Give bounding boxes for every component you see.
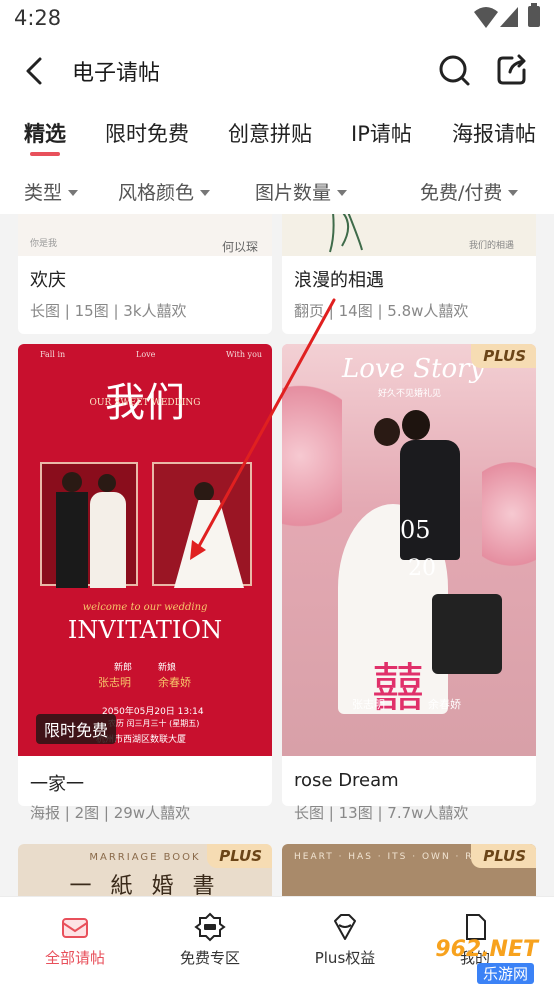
- tab-label: 海报请帖: [452, 122, 536, 146]
- card-meta: 长图 | 15图 | 3k人囍欢: [30, 302, 187, 320]
- card-meta: 翻页 | 14图 | 5.8w人囍欢: [294, 302, 469, 320]
- filter-image-count[interactable]: 图片数量: [255, 178, 348, 205]
- filter-label: 免费/付费: [420, 182, 503, 204]
- groom-name: 张志明: [352, 698, 385, 711]
- share-icon[interactable]: [494, 52, 530, 88]
- wifi-icon: [474, 7, 498, 28]
- plus-badge: PLUS: [471, 344, 536, 368]
- poster-day: 20: [408, 556, 436, 581]
- card-meta: 海报 | 2图 | 29w人囍欢: [30, 804, 191, 822]
- template-thumbnail: HEART · HAS · ITS · OWN · REASON PLUS: [282, 844, 536, 896]
- category-tabs: 精选 限时免费 创意拼贴 IP请帖 海报请帖: [0, 104, 554, 164]
- battery-icon: [528, 3, 540, 27]
- status-bar: 4:28: [0, 0, 554, 38]
- bottom-navigation: 全部请帖 免费专区 Plus权益 我的 962.NET 乐游网: [0, 896, 554, 984]
- template-card[interactable]: 你是我 何以琛 欢庆 长图 | 15图 | 3k人囍欢: [18, 214, 272, 334]
- watermark-logo-text: 962.NET: [435, 937, 538, 962]
- template-thumbnail: 你是我 何以琛: [18, 214, 272, 256]
- groom-label: 新郎: [114, 663, 133, 673]
- card-title: 欢庆: [30, 270, 66, 291]
- bride-name: 余春娇: [428, 698, 461, 711]
- filter-free-paid[interactable]: 免费/付费: [420, 178, 519, 205]
- template-card[interactable]: MARRIAGE BOOK 一 紙 婚 書 PLUS: [18, 844, 272, 896]
- poster-month: 05: [400, 516, 431, 544]
- filter-label: 风格颜色: [118, 182, 195, 204]
- plus-badge: PLUS: [207, 844, 272, 868]
- envelope-icon: [62, 918, 88, 938]
- poster-subtitle: OUR SWEET WEDDING: [89, 398, 201, 408]
- status-time: 4:28: [14, 6, 62, 30]
- card-title: 一家一: [30, 774, 84, 795]
- filter-type[interactable]: 类型: [24, 178, 79, 205]
- template-thumbnail: MARRIAGE BOOK 一 紙 婚 書 PLUS: [18, 844, 272, 896]
- caret-down-icon: [337, 190, 348, 196]
- groom-name: 张志明: [98, 676, 131, 689]
- couple-photo-right: [152, 462, 252, 588]
- poster-welcome: welcome to our wedding: [82, 602, 208, 613]
- search-icon[interactable]: [436, 52, 472, 88]
- limited-free-badge: 限时免费: [36, 714, 117, 744]
- app-header: 电子请帖: [0, 38, 554, 104]
- caret-down-icon: [68, 190, 79, 196]
- couple-photo-left: [40, 462, 138, 588]
- diamond-icon: [334, 914, 356, 940]
- poster-invitation-word: INVITATION: [67, 616, 223, 644]
- filter-bar: 类型 风格颜色 图片数量 免费/付费: [0, 164, 554, 214]
- thumb-caption: 你是我: [30, 239, 58, 249]
- template-card[interactable]: Love Story 好久不见婚礼见 05 20 囍 张志明 余春娇 PLUS …: [282, 344, 536, 806]
- nav-label: Plus权益: [314, 949, 376, 967]
- template-thumbnail: Love Story 好久不见婚礼见 05 20 囍 张志明 余春娇 PLUS: [282, 344, 536, 756]
- tab-label: 精选: [24, 122, 66, 146]
- template-card[interactable]: HEART · HAS · ITS · OWN · REASON PLUS: [282, 844, 536, 896]
- tab-ip-invitation[interactable]: IP请帖: [351, 118, 412, 148]
- card-meta: 长图 | 13图 | 7.7w人囍欢: [294, 804, 469, 822]
- poster-script-title: Love Story: [342, 354, 485, 384]
- event-lunar-date: 农历 闰三月三十 (星期五): [108, 719, 200, 728]
- filter-label: 图片数量: [255, 182, 332, 204]
- nav-plus-benefits[interactable]: Plus权益: [280, 911, 410, 968]
- caret-down-icon: [508, 190, 519, 196]
- free-badge-icon: [194, 912, 226, 942]
- bride-label: 新娘: [158, 663, 177, 673]
- tab-featured[interactable]: 精选: [24, 118, 66, 156]
- caret-down-icon: [200, 190, 211, 196]
- tab-label: IP请帖: [351, 122, 412, 146]
- tab-label: 创意拼贴: [228, 122, 312, 146]
- thumb-caption: 何以琛: [221, 240, 258, 254]
- nav-free-zone[interactable]: 免费专区: [145, 911, 275, 968]
- filter-label: 类型: [24, 182, 63, 204]
- page-title: 电子请帖: [72, 61, 161, 86]
- thumb-title: 一 紙 婚 書: [69, 874, 221, 896]
- poster-subtitle: 好久不见婚礼见: [378, 389, 442, 399]
- nav-all-invitations[interactable]: 全部请帖: [10, 911, 140, 968]
- tab-label: 限时免费: [105, 122, 189, 146]
- template-feed: 你是我 何以琛 欢庆 长图 | 15图 | 3k人囍欢 我们的相遇 浪漫的相遇 …: [0, 214, 554, 896]
- template-thumbnail: Fall in Love With you 我们 OUR SWEET WEDDI…: [18, 344, 272, 756]
- event-date: 2050年05月20日 13:14: [102, 707, 204, 717]
- tab-limited-free[interactable]: 限时免费: [105, 118, 189, 148]
- filter-style-color[interactable]: 风格颜色: [118, 178, 211, 205]
- plus-badge: PLUS: [471, 844, 536, 868]
- nav-label: 免费专区: [179, 949, 240, 967]
- tab-poster-invitation[interactable]: 海报请帖: [452, 118, 536, 148]
- tab-active-indicator: [30, 152, 60, 156]
- thumb-caption: 我们的相遇: [468, 241, 514, 251]
- tab-creative-collage[interactable]: 创意拼贴: [228, 118, 312, 148]
- groom-figure: [402, 410, 430, 440]
- bride-name: 余春娇: [158, 676, 191, 689]
- card-title: 浪漫的相遇: [294, 270, 384, 291]
- script-lettering-graphic: [329, 214, 363, 253]
- card-title: rose Dream: [294, 770, 399, 791]
- site-watermark: 962.NET 乐游网: [414, 937, 546, 984]
- back-icon[interactable]: [18, 54, 52, 88]
- watermark-site-name: 乐游网: [476, 963, 534, 984]
- template-card[interactable]: Fall in Love With you 我们 OUR SWEET WEDDI…: [18, 344, 272, 806]
- template-card[interactable]: 我们的相遇 浪漫的相遇 翻页 | 14图 | 5.8w人囍欢: [282, 214, 536, 334]
- nav-label: 全部请帖: [44, 949, 105, 967]
- bride-figure: [374, 418, 400, 446]
- template-thumbnail: 我们的相遇: [282, 214, 536, 256]
- signal-icon: [500, 7, 518, 27]
